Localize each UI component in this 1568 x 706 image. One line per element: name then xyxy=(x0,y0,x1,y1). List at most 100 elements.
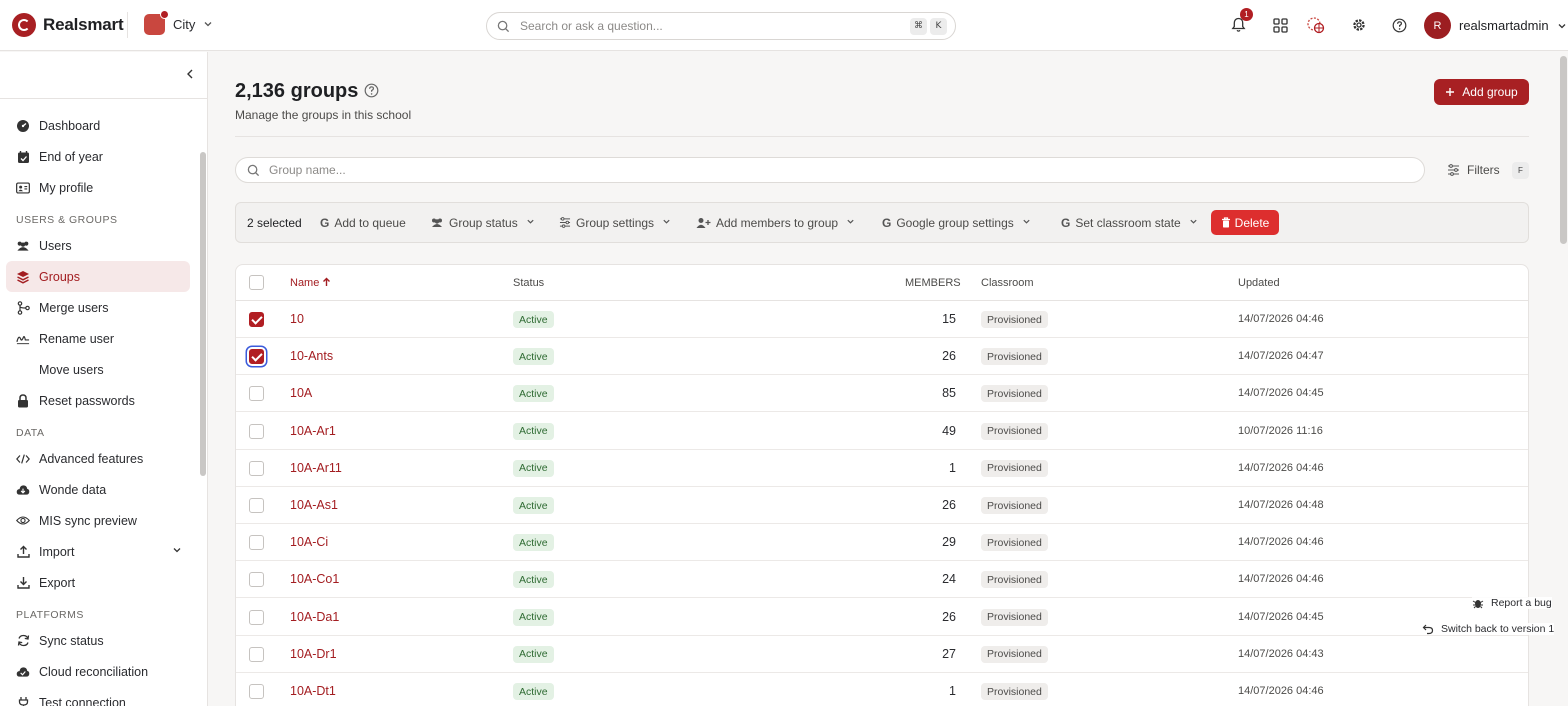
row-checkbox[interactable] xyxy=(249,312,264,327)
table-row[interactable]: 10A-Dt1 Active 1 Provisioned 14/07/2026 04:4… xyxy=(236,673,1528,706)
user-menu[interactable]: R realsmartadmin xyxy=(1424,12,1567,39)
google-group-settings-dropdown[interactable]: G Google group settings xyxy=(882,203,1031,242)
settings-button[interactable] xyxy=(1348,14,1370,36)
sidebar-item-advanced-features[interactable]: Advanced features xyxy=(6,443,190,474)
sidebar-item-import[interactable]: Import xyxy=(6,536,190,567)
add-to-queue-label: Add to queue xyxy=(334,215,406,230)
add-group-button[interactable]: Add group xyxy=(1434,79,1529,105)
switch-version-button[interactable]: Switch back to version 1 xyxy=(1422,623,1555,635)
row-checkbox[interactable] xyxy=(249,609,264,625)
divider xyxy=(235,136,1529,137)
sidebar-item-label: Rename user xyxy=(39,331,115,346)
group-name-link[interactable]: 10A-Co1 xyxy=(290,572,339,586)
group-name-link[interactable]: 10A-Dr1 xyxy=(290,647,337,661)
group-name-link[interactable]: 10-Ants xyxy=(290,349,333,363)
table-row[interactable]: 10A-Ar11 Active 1 Provisioned 14/07/2026 04:… xyxy=(236,450,1528,487)
notifications-button[interactable]: 1 xyxy=(1227,8,1253,36)
sidebar-item-sync-status[interactable]: Sync status xyxy=(6,625,190,656)
search-icon xyxy=(247,164,260,176)
group-settings-dropdown[interactable]: Group settings xyxy=(559,203,671,242)
table-row[interactable]: 10 Active 15 Provisioned 14/07/2026 04:46 xyxy=(236,301,1528,338)
report-bug-button[interactable]: Report a bug xyxy=(1472,597,1552,609)
row-checkbox[interactable] xyxy=(249,386,264,402)
add-members-dropdown[interactable]: Add members to group xyxy=(696,203,855,242)
sidebar-item-reset-passwords[interactable]: Reset passwords xyxy=(6,385,190,416)
school-switcher[interactable]: City xyxy=(144,10,213,35)
column-header-classroom[interactable]: Classroom xyxy=(981,277,1034,289)
sidebar-scrollbar[interactable] xyxy=(200,152,206,476)
group-name-link[interactable]: 10A-As1 xyxy=(290,498,338,512)
group-name-link[interactable]: 10A-Ar11 xyxy=(290,461,342,475)
group-name-link[interactable]: 10A-Dt1 xyxy=(290,684,336,698)
scrollbar-thumb[interactable] xyxy=(1560,56,1567,244)
table-row[interactable]: 10A Active 85 Provisioned 14/07/2026 04:45 xyxy=(236,375,1528,413)
row-checkbox[interactable] xyxy=(249,349,264,365)
table-row[interactable]: 10-Ants Active 26 Provisioned 14/07/2026 04:… xyxy=(236,338,1528,376)
status-badge: Active xyxy=(513,385,554,403)
sidebar-item-test-connection[interactable]: Test connection xyxy=(6,687,190,706)
apps-button[interactable] xyxy=(1269,14,1291,36)
sliders-icon xyxy=(1448,164,1459,176)
table-row[interactable]: 10A-Dr1 Active 27 Provisioned 14/07/2026 04:… xyxy=(236,636,1528,673)
sidebar-item-end-of-year[interactable]: End of year xyxy=(6,141,190,172)
column-header-updated[interactable]: Updated xyxy=(1238,277,1280,289)
row-checkbox[interactable] xyxy=(249,423,264,439)
sidebar-item-label: Groups xyxy=(39,269,80,284)
select-all-checkbox[interactable] xyxy=(249,275,264,290)
sidebar-item-merge-users[interactable]: Merge users xyxy=(6,292,190,323)
sidebar-item-mis-sync-preview[interactable]: MIS sync preview xyxy=(6,505,190,536)
add-to-queue-button[interactable]: G Add to queue xyxy=(320,203,406,242)
help-circle-icon[interactable] xyxy=(364,83,379,101)
row-checkbox[interactable] xyxy=(249,460,264,476)
group-status-dropdown[interactable]: Group status xyxy=(430,203,535,242)
members-count: 24 xyxy=(942,572,956,587)
row-checkbox[interactable] xyxy=(249,646,264,662)
status-badge: Active xyxy=(513,311,554,328)
table-row[interactable]: 10A-Ar1 Active 49 Provisioned 10/07/2026 11:… xyxy=(236,413,1528,450)
sidebar-item-wonde-data[interactable]: Wonde data xyxy=(6,474,190,505)
classroom-state-dropdown[interactable]: G Set classroom state xyxy=(1061,203,1198,242)
shortcut-key: K xyxy=(930,17,947,35)
sidebar-item-cloud-reconciliation[interactable]: Cloud reconciliation xyxy=(6,656,190,687)
delete-button[interactable]: Delete xyxy=(1211,210,1279,235)
collapse-sidebar-button[interactable] xyxy=(185,68,195,83)
group-name-link[interactable]: 10A-Ar1 xyxy=(290,424,336,438)
group-name-link[interactable]: 10A-Da1 xyxy=(290,610,339,624)
row-checkbox[interactable] xyxy=(249,498,264,513)
app-logo[interactable]: Realsmart xyxy=(12,13,124,37)
sidebar-item-label: Import xyxy=(39,544,75,559)
sidebar-item-export[interactable]: Export xyxy=(6,567,190,598)
eye-icon xyxy=(16,514,30,528)
filters-button[interactable]: Filters xyxy=(1447,163,1500,177)
table-row[interactable]: 10A-Da1 Active 26 Provisioned 14/07/2026 04:… xyxy=(236,599,1528,636)
chevron-down-icon[interactable] xyxy=(172,545,182,557)
group-name-link[interactable]: 10 xyxy=(290,312,304,326)
global-search-input[interactable]: Search or ask a question... ⌘ K xyxy=(486,12,956,40)
classroom-badge: Provisioned xyxy=(981,497,1048,514)
column-header-members[interactable]: MEMBERS xyxy=(905,277,961,289)
users-icon xyxy=(16,239,30,253)
group-name-link[interactable]: 10A xyxy=(290,386,312,400)
sidebar-item-groups[interactable]: Groups xyxy=(6,261,190,292)
sidebar-item-users[interactable]: Users xyxy=(6,230,190,261)
main-scrollbar[interactable] xyxy=(1559,52,1568,706)
table-row[interactable]: 10A-Ci Active 29 Provisioned 14/07/2026 04:4… xyxy=(236,524,1528,562)
group-search-input[interactable]: Group name... xyxy=(235,157,1425,183)
main-content: 2,136 groups Manage the groups in this s… xyxy=(209,52,1559,706)
updated-timestamp: 14/07/2026 04:46 xyxy=(1238,461,1324,474)
sidebar-item-rename-user[interactable]: Rename user xyxy=(6,323,190,354)
table-row[interactable]: 10A-As1 Active 26 Provisioned 14/07/2026 04:… xyxy=(236,487,1528,524)
sidebar-item-my-profile[interactable]: My profile xyxy=(6,172,190,203)
row-checkbox[interactable] xyxy=(249,684,264,699)
column-header-name[interactable]: Name xyxy=(290,277,331,289)
row-checkbox[interactable] xyxy=(249,535,264,551)
sidebar-item-dashboard[interactable]: Dashboard xyxy=(6,110,190,141)
group-name-link[interactable]: 10A-Ci xyxy=(290,535,328,549)
row-checkbox[interactable] xyxy=(249,572,264,588)
table-row[interactable]: 10A-Co1 Active 24 Provisioned 14/07/2026 04:… xyxy=(236,561,1528,599)
platform-status-button[interactable] xyxy=(1305,14,1327,36)
help-button[interactable] xyxy=(1388,14,1410,36)
column-header-status[interactable]: Status xyxy=(513,277,544,289)
members-count: 29 xyxy=(942,535,956,550)
sidebar-item-move-users[interactable]: Move users xyxy=(6,354,190,385)
